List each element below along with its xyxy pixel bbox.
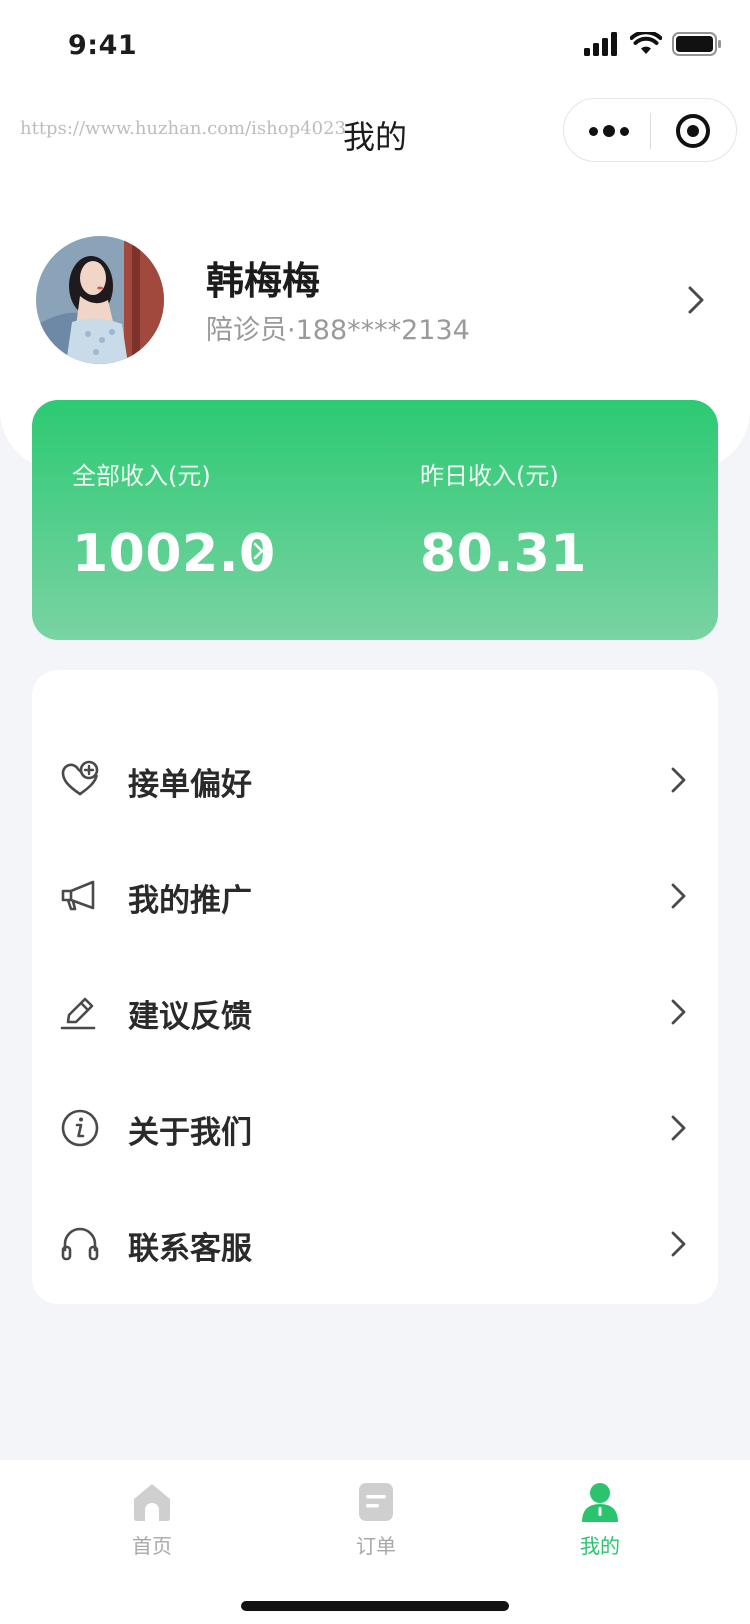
- menu-list: 接单偏好 我的推广 建议反馈 关于我们 联系客服: [32, 670, 718, 1304]
- menu-item-label: 建议反馈: [128, 999, 252, 1035]
- user-name: 韩梅梅: [206, 259, 321, 303]
- heart-plus-icon: [61, 760, 99, 796]
- menu-item-label: 接单偏好: [128, 767, 252, 803]
- pen-icon: [60, 997, 96, 1030]
- tab-label: 我的: [580, 1534, 620, 1558]
- battery-icon: [672, 32, 721, 56]
- total-income-arrow-icon[interactable]: [247, 536, 269, 566]
- info-icon: [61, 1109, 99, 1147]
- miniprogram-capsule: [563, 98, 737, 162]
- profile-section[interactable]: 韩梅梅 陪诊员·188****2134: [36, 236, 716, 364]
- menu-item-about-us[interactable]: 关于我们: [32, 1070, 718, 1186]
- user-icon: [582, 1483, 618, 1522]
- menu-item-my-promotion[interactable]: 我的推广: [32, 838, 718, 954]
- status-icons: [584, 32, 722, 56]
- status-time: 9:41: [68, 30, 138, 61]
- order-icon: [359, 1483, 393, 1521]
- mine-page: 9:41 https://www.huzhan.com/ishop40236 我: [0, 0, 750, 1624]
- menu-item-order-preference[interactable]: 接单偏好: [32, 722, 718, 838]
- chevron-right-icon: [671, 1231, 686, 1257]
- avatar[interactable]: [36, 236, 164, 364]
- avatar-illustration: [36, 236, 164, 364]
- tab-bar: 首页 订单 我的: [0, 1460, 750, 1624]
- home-indicator[interactable]: [241, 1601, 509, 1611]
- menu-item-label: 联系客服: [128, 1231, 252, 1267]
- chevron-right-icon: [671, 999, 686, 1025]
- menu-item-feedback[interactable]: 建议反馈: [32, 954, 718, 1070]
- user-role-phone: 陪诊员·188****2134: [206, 315, 470, 346]
- menu-item-label: 关于我们: [128, 1115, 252, 1151]
- menu-item-label: 我的推广: [128, 883, 252, 919]
- wifi-icon: [630, 32, 662, 54]
- tab-label: 订单: [356, 1534, 396, 1558]
- status-bar: 9:41: [0, 0, 750, 90]
- tab-orders[interactable]: 订单: [316, 1480, 436, 1560]
- home-icon: [134, 1484, 170, 1521]
- menu-item-customer-service[interactable]: 联系客服: [32, 1186, 718, 1302]
- income-card: 全部收入(元) 1002.0 昨日收入(元) 80.31: [32, 400, 718, 640]
- signal-icon: [584, 32, 617, 56]
- chevron-right-icon: [671, 1115, 686, 1141]
- yesterday-income-value: 80.31: [420, 524, 587, 584]
- nav-bar: https://www.huzhan.com/ishop40236 我的: [0, 98, 750, 168]
- megaphone-icon: [61, 880, 95, 911]
- chevron-right-icon: [671, 767, 686, 793]
- tab-mine[interactable]: 我的: [540, 1480, 660, 1560]
- close-miniprogram-icon[interactable]: [676, 114, 710, 148]
- yesterday-income-label: 昨日收入(元): [420, 462, 559, 490]
- more-options-icon[interactable]: [586, 117, 632, 145]
- tab-label: 首页: [132, 1534, 172, 1558]
- total-income-value[interactable]: 1002.0: [72, 524, 276, 584]
- total-income-label: 全部收入(元): [72, 462, 211, 490]
- headset-icon: [61, 1227, 99, 1261]
- chevron-right-icon: [671, 883, 686, 909]
- capsule-divider: [650, 113, 651, 149]
- tab-home[interactable]: 首页: [92, 1480, 212, 1560]
- chevron-right-icon[interactable]: [676, 280, 716, 320]
